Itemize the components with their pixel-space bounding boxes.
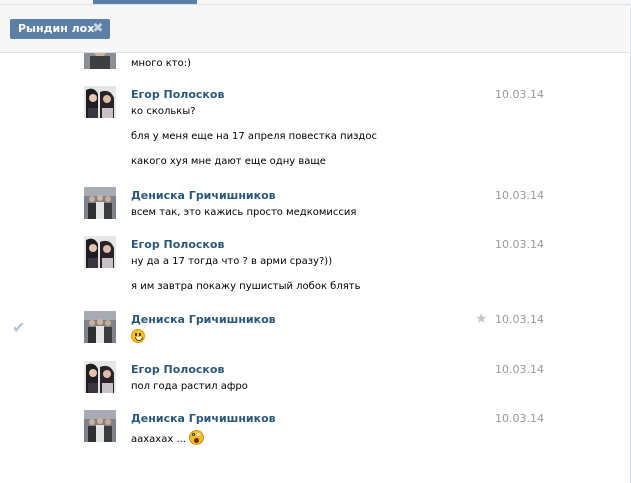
avatar[interactable] — [84, 53, 116, 69]
avatar[interactable] — [84, 311, 116, 343]
message-text: я им завтра покажу пушистый лобок блять — [131, 281, 361, 292]
message-text-content: аахахах ... — [131, 434, 186, 445]
message-text: пол года растил афро — [131, 381, 248, 392]
author-name[interactable]: Дениска Гричишников — [131, 189, 276, 202]
author-name[interactable]: Дениска Гричишников — [131, 412, 276, 425]
message-item[interactable]: Егор Полосков 10.03.14 ко сколькы? бля у… — [0, 83, 629, 175]
message-item[interactable]: Егор Полосков 10.03.14 ну да а 17 тогда … — [0, 233, 629, 303]
star-icon[interactable]: ★ — [475, 311, 488, 327]
message-text: много кто:) — [131, 58, 192, 69]
avatar[interactable] — [84, 187, 116, 219]
message-item[interactable]: ✔ Дениска Гричишников ★ 10.03.14 — [0, 308, 629, 352]
message-item[interactable]: Егор Полосков 10.03.14 пол года растил а… — [0, 358, 629, 402]
author-name[interactable]: Егор Полосков — [131, 88, 224, 101]
message-item[interactable]: Дениска Гричишников 10.03.14 всем так, э… — [0, 184, 629, 228]
checkmark-icon[interactable]: ✔ — [12, 318, 25, 337]
message-list: много кто:) Егор Полосков 10.03.14 ко ск… — [0, 53, 629, 483]
filter-chip-label: Рындин лох — [18, 22, 95, 35]
message-text: ну да а 17 тогда что ? в арми сразу?)) — [131, 256, 333, 267]
message-date[interactable]: 10.03.14 — [495, 363, 544, 376]
scared-emoji-icon — [189, 430, 205, 445]
message-date[interactable]: 10.03.14 — [495, 189, 544, 202]
author-name[interactable]: Дениска Гричишников — [131, 313, 276, 326]
message-text — [131, 329, 145, 343]
message-text: всем так, это кажись просто медкомиссия — [131, 207, 357, 218]
message-text: ко сколькы? — [131, 106, 196, 117]
smile-emoji-icon — [131, 329, 145, 343]
message-date[interactable]: 10.03.14 — [495, 412, 544, 425]
avatar[interactable] — [84, 236, 116, 268]
filter-bar: Рындин лох ✖ — [0, 5, 629, 53]
message-item[interactable]: Дениска Гричишников 10.03.14 аахахах ... — [0, 407, 629, 457]
message-text: бля у меня еще на 17 апреля повестка пиз… — [131, 131, 377, 142]
avatar[interactable] — [84, 361, 116, 393]
message-date[interactable]: 10.03.14 — [495, 88, 544, 101]
avatar[interactable] — [84, 86, 116, 118]
author-name[interactable]: Егор Полосков — [131, 363, 224, 376]
message-text: какого хуя мне дают еще одну ваще — [131, 156, 326, 167]
message-item[interactable]: много кто:) — [0, 53, 629, 75]
message-date[interactable]: 10.03.14 — [495, 238, 544, 251]
close-icon[interactable]: ✖ — [91, 22, 105, 36]
author-name[interactable]: Егор Полосков — [131, 238, 224, 251]
message-date[interactable]: 10.03.14 — [495, 313, 544, 326]
filter-chip[interactable]: Рындин лох ✖ — [10, 19, 110, 39]
avatar[interactable] — [84, 410, 116, 442]
message-text: аахахах ... — [131, 430, 205, 445]
